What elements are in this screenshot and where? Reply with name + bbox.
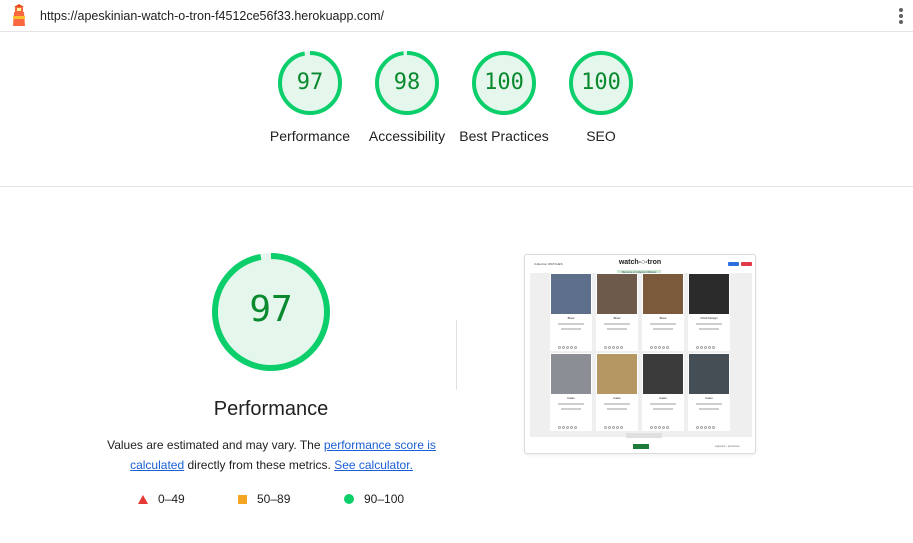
legend-fail: 0–49 xyxy=(138,492,185,506)
thumb-register-button xyxy=(741,262,752,266)
thumb-watch-card: Casio xyxy=(642,353,684,431)
thumb-watch-name: Brew xyxy=(613,316,621,320)
thumb-watch-name: Casio xyxy=(705,396,713,400)
desc-middle: directly from these metrics. xyxy=(184,458,335,472)
kebab-menu-icon[interactable] xyxy=(897,8,905,26)
thumb-text-line xyxy=(561,328,581,330)
thumb-watch-name: Casio xyxy=(567,396,575,400)
thumb-watch-image xyxy=(551,354,591,394)
gauge-performance[interactable]: 97 Performance xyxy=(260,50,360,146)
thumb-watch-name: CIGA Design xyxy=(700,316,718,320)
gauge-score: 98 xyxy=(393,70,421,95)
thumb-action-icons xyxy=(650,336,676,349)
score-gauges: 97 Performance 98 Accessibility 100 Best Prac… xyxy=(0,32,913,187)
thumb-watch-image xyxy=(643,354,683,394)
thumb-watch-name: Casio xyxy=(613,396,621,400)
square-average-icon xyxy=(238,494,247,504)
thumb-watch-name: Brew xyxy=(659,316,667,320)
thumb-watch-image xyxy=(689,354,729,394)
thumb-text-line xyxy=(650,323,676,325)
gauge-accessibility[interactable]: 98 Accessibility xyxy=(357,50,457,146)
legend-pass-range: 90–100 xyxy=(364,492,405,506)
legend-average-range: 50–89 xyxy=(257,492,291,506)
thumb-action-icons xyxy=(604,336,630,349)
thumb-watch-name: Brew xyxy=(567,316,575,320)
thumb-watch-image xyxy=(689,274,729,314)
thumb-top-button xyxy=(633,444,649,449)
thumb-watch-card: Casio xyxy=(688,353,730,431)
thumb-watch-card: Casio xyxy=(550,353,592,431)
thumb-text-line xyxy=(699,328,719,330)
thumb-text-line xyxy=(653,408,673,410)
thumb-watch-image xyxy=(551,274,591,314)
thumb-action-icons xyxy=(558,416,584,429)
page-url[interactable]: https://apeskinian-watch-o-tron-f4512ce5… xyxy=(40,9,384,23)
thumb-text-line xyxy=(699,408,719,410)
thumb-text-line xyxy=(558,403,584,405)
thumb-action-icons xyxy=(696,416,722,429)
thumb-action-icons xyxy=(604,416,630,429)
thumb-watch-card: Brew xyxy=(642,273,684,351)
thumb-watch-card: Brew xyxy=(550,273,592,351)
performance-score: 97 xyxy=(249,289,293,330)
thumb-nav-left: Collection WATCHES xyxy=(534,262,563,266)
gauge-label: SEO xyxy=(586,128,616,144)
thumb-watch-card: CIGA Design xyxy=(688,273,730,351)
legend-fail-range: 0–49 xyxy=(158,492,185,506)
legend-average: 50–89 xyxy=(238,492,290,506)
thumb-text-line xyxy=(558,323,584,325)
thumb-watch-card: Brew xyxy=(596,273,638,351)
gauge-label: Best Practices xyxy=(459,128,549,144)
performance-title: Performance xyxy=(213,398,329,420)
thumb-action-icons xyxy=(558,336,584,349)
gauge-seo[interactable]: 100 SEO xyxy=(551,50,651,146)
thumb-pagination xyxy=(626,433,662,438)
thumb-text-line xyxy=(653,328,673,330)
thumb-text-line xyxy=(607,328,627,330)
thumb-brand: watch-○-tron xyxy=(618,259,662,266)
performance-description: Values are estimated and may vary. The p… xyxy=(105,435,438,475)
legend-pass: 90–100 xyxy=(344,492,404,506)
gauge-ring: 97 xyxy=(277,50,343,116)
thumb-text-line xyxy=(561,408,581,410)
thumb-watch-image xyxy=(597,354,637,394)
final-screenshot[interactable]: Collection WATCHES watch-○-tron Welcome … xyxy=(524,254,756,454)
thumb-login-button xyxy=(728,262,739,266)
gauge-score: 100 xyxy=(484,70,524,95)
gauge-ring: 100 xyxy=(568,50,634,116)
thumb-text-line xyxy=(604,403,630,405)
address-bar: https://apeskinian-watch-o-tron-f4512ce5… xyxy=(0,0,913,32)
gauge-ring: 100 xyxy=(471,50,537,116)
thumb-watch-image xyxy=(643,274,683,314)
thumb-text-line xyxy=(650,403,676,405)
thumb-watch-card: Casio xyxy=(596,353,638,431)
lighthouse-icon[interactable] xyxy=(10,4,28,28)
section-divider xyxy=(456,320,457,390)
gauge-score: 97 xyxy=(296,70,324,95)
thumb-action-icons xyxy=(650,416,676,429)
thumb-action-icons xyxy=(696,336,722,349)
thumb-card-grid: Brew Brew Brew CIGA Design Casio Casio Casio Ca… xyxy=(530,273,752,438)
thumb-text-line xyxy=(696,323,722,325)
desc-prefix: Values are estimated and may vary. The xyxy=(107,438,324,452)
gauge-ring: 98 xyxy=(374,50,440,116)
thumb-watch-image xyxy=(597,274,637,314)
triangle-fail-icon xyxy=(138,494,148,504)
gauge-best-practices[interactable]: 100 Best Practices xyxy=(454,50,554,146)
thumb-watch-name: Casio xyxy=(659,396,667,400)
thumb-text-line xyxy=(604,323,630,325)
thumb-footer: paginator • apeskinian xyxy=(715,445,740,448)
gauge-label: Performance xyxy=(269,128,351,144)
performance-gauge: 97 xyxy=(211,252,331,372)
thumb-text-line xyxy=(696,403,722,405)
see-calculator-link[interactable]: See calculator. xyxy=(334,458,413,472)
gauge-label: Accessibility xyxy=(368,128,446,144)
circle-pass-icon xyxy=(344,494,354,504)
thumb-text-line xyxy=(607,408,627,410)
gauge-score: 100 xyxy=(581,70,621,95)
